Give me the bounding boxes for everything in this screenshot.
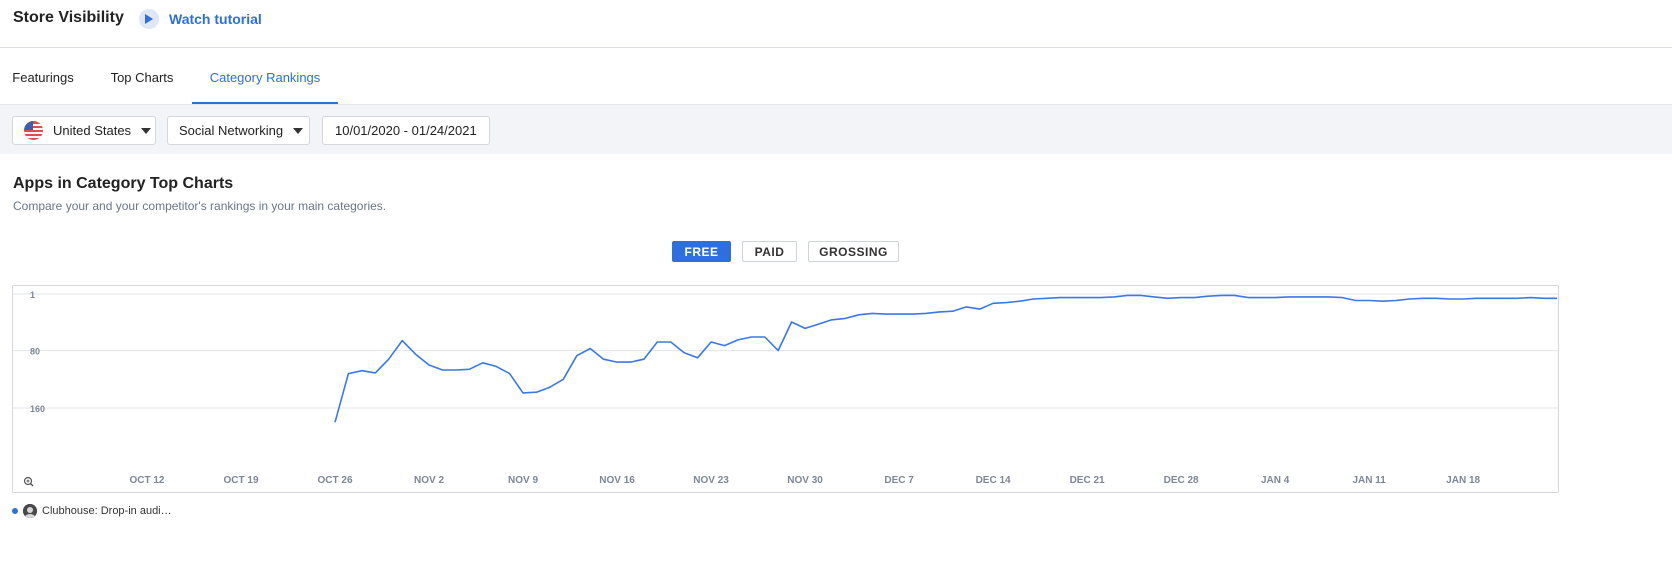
country-select[interactable]: United States <box>12 116 156 145</box>
chevron-down-icon <box>293 127 304 134</box>
x-tick-label: OCT 12 <box>129 475 164 486</box>
x-tick-label: JAN 18 <box>1446 475 1480 486</box>
free-chart-button[interactable]: FREE <box>672 241 731 262</box>
top-bar: Store Visibility Watch tutorial <box>0 0 1672 48</box>
filter-bar: United States Social Networking 10/01/20… <box>0 104 1672 154</box>
app-icon <box>23 504 37 518</box>
series-line <box>334 294 1558 423</box>
section-title: Apps in Category Top Charts <box>13 175 234 192</box>
x-tick-label: NOV 16 <box>599 475 635 486</box>
x-tick-label: NOV 30 <box>787 475 823 486</box>
tab-bar: Featurings Top Charts Category Rankings <box>0 49 1672 104</box>
page-title: Store Visibility <box>13 9 124 26</box>
tab-top-charts[interactable]: Top Charts <box>98 49 186 104</box>
tab-category-rankings[interactable]: Category Rankings <box>192 49 338 104</box>
date-range-label: 10/01/2020 - 01/24/2021 <box>335 123 477 138</box>
country-select-label: United States <box>53 123 132 138</box>
date-range-picker[interactable]: 10/01/2020 - 01/24/2021 <box>322 116 490 145</box>
zoom-icon[interactable] <box>23 476 34 487</box>
x-tick-label: JAN 4 <box>1261 475 1290 486</box>
x-tick-label: DEC 21 <box>1070 475 1105 486</box>
y-tick-label: 160 <box>30 404 45 414</box>
x-tick-label: NOV 23 <box>693 475 729 486</box>
rankings-chart[interactable]: 1 80 160 OCT 12 OCT 19 OCT 26 NOV 2 NOV 9 NOV 16… <box>12 285 1559 493</box>
category-select-label: Social Networking <box>179 123 284 138</box>
watch-tutorial-label: Watch tutorial <box>169 11 262 27</box>
chevron-down-icon <box>141 127 152 134</box>
category-select[interactable]: Social Networking <box>167 116 310 145</box>
grossing-chart-button[interactable]: GROSSING <box>808 241 899 262</box>
chart-legend-item[interactable]: Clubhouse: Drop-in audi… <box>12 503 172 519</box>
x-tick-label: JAN 11 <box>1352 475 1386 486</box>
watch-tutorial-link[interactable]: Watch tutorial <box>139 9 262 29</box>
x-tick-label: DEC 14 <box>976 475 1011 486</box>
legend-app-name: Clubhouse: Drop-in audi… <box>42 505 172 517</box>
y-tick-label: 1 <box>30 290 35 300</box>
x-tick-label: DEC 28 <box>1164 475 1199 486</box>
us-flag-icon <box>24 121 43 140</box>
x-tick-label: OCT 19 <box>224 475 259 486</box>
paid-chart-button[interactable]: PAID <box>742 241 797 262</box>
y-tick-label: 80 <box>30 347 40 357</box>
series-color-dot <box>12 508 18 514</box>
x-tick-label: NOV 2 <box>414 475 444 486</box>
play-icon <box>139 9 159 29</box>
x-tick-label: DEC 7 <box>884 475 914 486</box>
rankings-chart-svg: 1 80 160 OCT 12 OCT 19 OCT 26 NOV 2 NOV 9 NOV 16… <box>13 290 1558 487</box>
tab-featurings[interactable]: Featurings <box>0 49 86 104</box>
x-tick-label: OCT 26 <box>318 475 353 486</box>
x-tick-label: NOV 9 <box>508 475 538 486</box>
section-subtitle: Compare your and your competitor's ranki… <box>13 199 387 213</box>
